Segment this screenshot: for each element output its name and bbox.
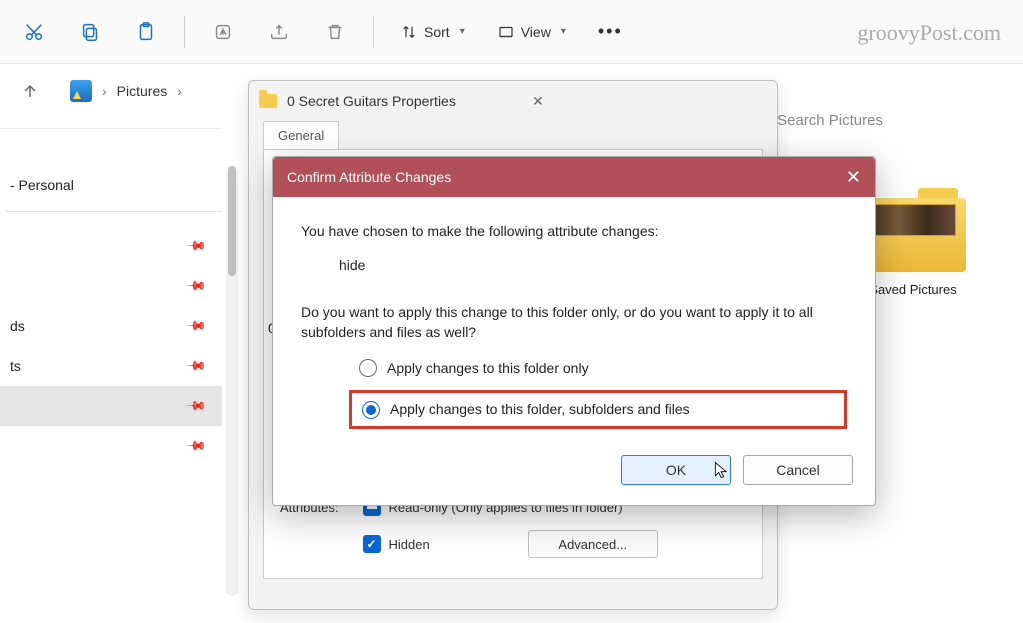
nav-item[interactable]: 📌	[0, 266, 222, 306]
more-button[interactable]: •••	[584, 8, 637, 56]
pictures-icon	[70, 80, 92, 102]
nav-item[interactable]: ts📌	[0, 346, 222, 386]
properties-title: 0 Secret Guitars Properties	[287, 93, 516, 109]
breadcrumb-current: Pictures	[117, 83, 168, 99]
dialog-question: Do you want to apply this change to this…	[301, 302, 847, 343]
vertical-scrollbar[interactable]	[226, 166, 238, 596]
more-icon: •••	[598, 21, 623, 42]
sort-label: Sort	[424, 24, 450, 40]
nav-item-selected[interactable]: 📌	[0, 386, 222, 426]
radio-label: Apply changes to this folder, subfolders…	[390, 399, 690, 419]
paste-button[interactable]	[120, 8, 172, 56]
radio-subfolders-and-files[interactable]: Apply changes to this folder, subfolders…	[362, 399, 690, 419]
radio-unselected-icon	[359, 359, 377, 377]
hidden-label: Hidden	[389, 537, 430, 552]
copy-button[interactable]	[64, 8, 116, 56]
chevron-right-icon: ›	[102, 83, 107, 99]
pin-icon: 📌	[185, 315, 208, 338]
chevron-right-icon: ›	[177, 83, 182, 99]
radio-label: Apply changes to this folder only	[387, 358, 589, 378]
close-button[interactable]: ✕	[526, 91, 767, 112]
properties-tabs: General	[249, 121, 777, 149]
highlight-box: Apply changes to this folder, subfolders…	[349, 390, 847, 428]
dialog-buttons: OK Cancel	[273, 447, 875, 505]
watermark: groovyPost.com	[857, 20, 1001, 46]
cancel-button[interactable]: Cancel	[743, 455, 853, 485]
dialog-change: hide	[301, 255, 847, 275]
pin-icon: 📌	[185, 395, 208, 418]
checkbox-checked-icon	[363, 535, 381, 553]
nav-item-personal[interactable]: - Personal	[0, 165, 222, 205]
radio-this-folder-only[interactable]: Apply changes to this folder only	[359, 358, 847, 378]
up-button[interactable]	[16, 81, 44, 101]
rename-button[interactable]	[197, 8, 249, 56]
chevron-down-icon: ▾	[460, 26, 465, 37]
nav-item[interactable]: ds📌	[0, 306, 222, 346]
dialog-title: Confirm Attribute Changes	[287, 169, 451, 185]
pin-icon: 📌	[185, 235, 208, 258]
tab-general[interactable]: General	[263, 121, 339, 149]
properties-titlebar[interactable]: 0 Secret Guitars Properties ✕	[249, 81, 777, 121]
close-button[interactable]: ✕	[846, 167, 861, 188]
folder-icon	[259, 94, 277, 108]
dialog-body: You have chosen to make the following at…	[273, 197, 875, 447]
cut-button[interactable]	[8, 8, 60, 56]
sort-button[interactable]: Sort ▾	[386, 8, 479, 56]
chevron-down-icon: ▾	[561, 26, 566, 37]
share-button[interactable]	[253, 8, 305, 56]
dialog-line1: You have chosen to make the following at…	[301, 221, 847, 241]
nav-item[interactable]: 📌	[0, 226, 222, 266]
dialog-titlebar[interactable]: Confirm Attribute Changes ✕	[273, 157, 875, 197]
toolbar-separator	[184, 16, 185, 48]
pin-icon: 📌	[185, 355, 208, 378]
scrollbar-thumb[interactable]	[228, 166, 236, 276]
radio-selected-icon	[362, 401, 380, 419]
radio-group: Apply changes to this folder only Apply …	[301, 358, 847, 429]
nav-item[interactable]: 📌	[0, 426, 222, 466]
advanced-button[interactable]: Advanced...	[528, 530, 658, 558]
navigation-pane: - Personal 📌 📌 ds📌 ts📌 📌 📌	[0, 128, 222, 623]
view-label: View	[521, 24, 551, 40]
checkbox-hidden[interactable]: Hidden	[363, 535, 430, 553]
view-button[interactable]: View ▾	[483, 8, 580, 56]
pin-icon: 📌	[185, 435, 208, 458]
toolbar-separator	[373, 16, 374, 48]
search-placeholder[interactable]: Search Pictures	[777, 112, 883, 129]
delete-button[interactable]	[309, 8, 361, 56]
nav-separator	[6, 211, 222, 212]
pin-icon: 📌	[185, 275, 208, 298]
ok-button[interactable]: OK	[621, 455, 731, 485]
confirm-dialog: Confirm Attribute Changes ✕ You have cho…	[272, 156, 876, 506]
breadcrumb[interactable]: › Pictures ›	[58, 74, 194, 108]
